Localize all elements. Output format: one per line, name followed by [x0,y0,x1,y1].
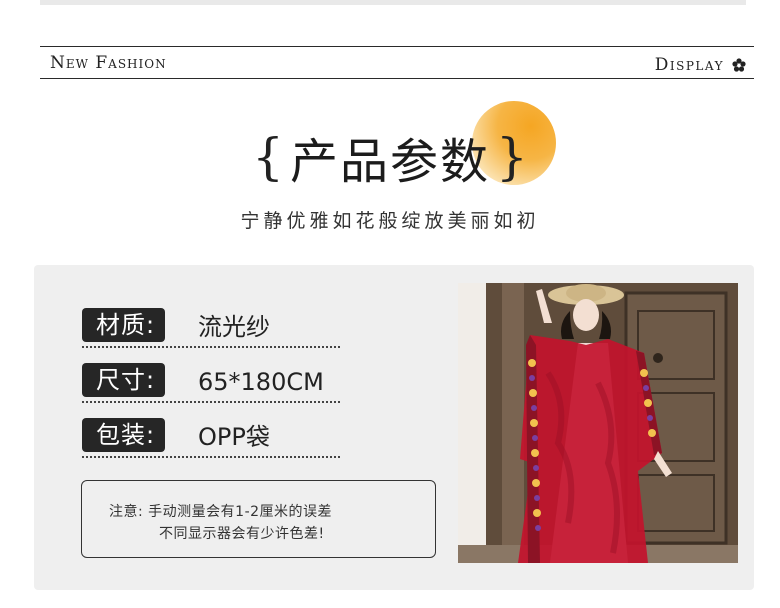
param-value: 流光纱 [198,313,270,341]
banner-bottom-rule [40,78,754,79]
param-row-packaging: 包装: OPP袋 [82,418,340,458]
banner-left-text: New Fashion [50,53,167,73]
banner-top-rule [40,46,754,47]
param-value: OPP袋 [198,423,270,451]
dotted-underline [82,456,340,458]
param-value: 65*180CM [198,368,324,396]
param-row-material: 材质: 流光纱 [82,308,340,348]
banner-right: Display [655,55,746,75]
dotted-underline [82,346,340,348]
flower-icon [732,58,746,72]
dotted-underline [82,401,340,403]
note-line-1: 注意: 手动测量会有1-2厘米的误差 [109,504,333,520]
product-photo [458,283,738,563]
note-line-2: 不同显示器会有少许色差! [159,526,325,542]
note-box: 注意: 手动测量会有1-2厘米的误差 不同显示器会有少许色差! [81,480,436,558]
param-row-size: 尺寸: 65*180CM [82,363,340,403]
top-divider-strip [40,0,746,5]
param-label: 材质: [82,308,166,342]
param-label: 尺寸: [82,363,166,397]
banner-right-text: Display [654,55,724,75]
section-heading: { 产品参数 } [0,122,780,192]
page-title: 产品参数 [289,134,490,190]
brace-open: { [252,128,284,186]
param-label: 包装: [82,418,166,452]
brace-close: } [496,128,528,186]
page-subtitle: 宁静优雅如花般绽放美丽如初 [240,210,540,232]
